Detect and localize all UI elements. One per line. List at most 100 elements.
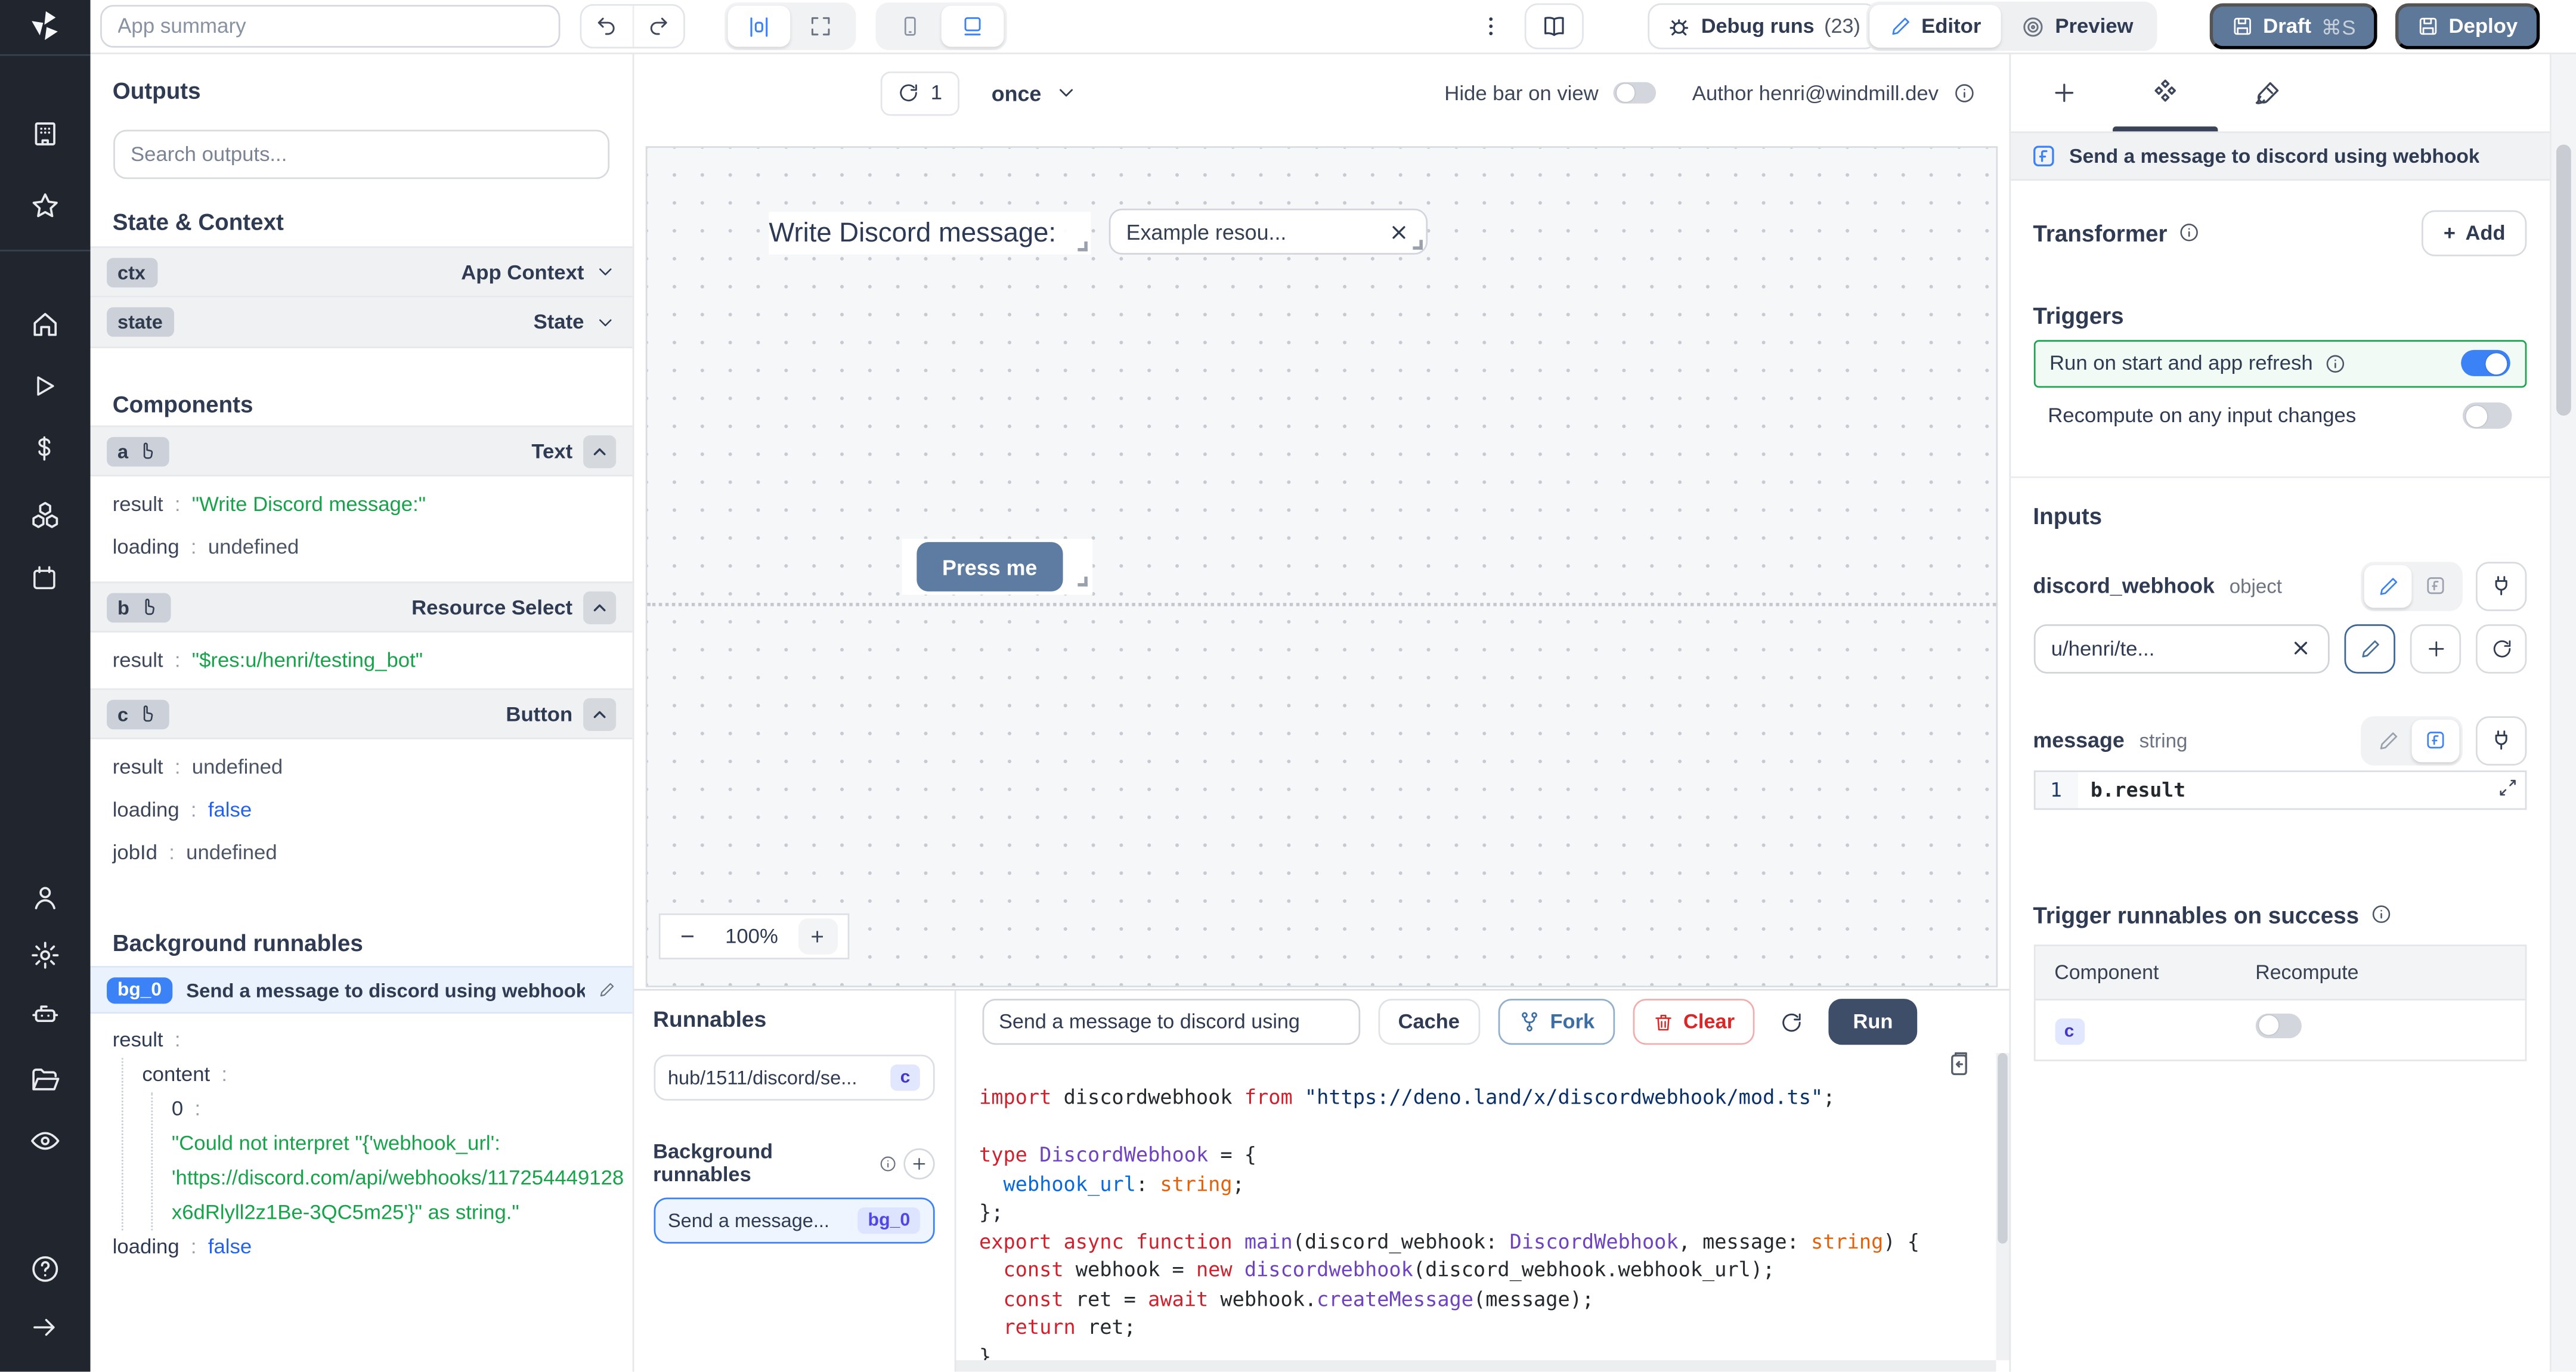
desktop-view-button[interactable]: [940, 5, 1003, 47]
refresh-code-button[interactable]: [1772, 999, 1810, 1045]
connect-plug-button[interactable]: [2475, 715, 2527, 765]
collapse-chevron-up[interactable]: [582, 590, 615, 624]
expand-editor-icon[interactable]: [2497, 776, 2519, 798]
connect-plug-button[interactable]: [2475, 560, 2527, 611]
add-bg-runnable-button[interactable]: [904, 1147, 935, 1179]
undo-button[interactable]: [581, 6, 631, 47]
clear-button[interactable]: Clear: [1632, 999, 1755, 1045]
canvas-resource-select[interactable]: Example resou...: [1108, 208, 1427, 255]
debug-runs-count: (23): [1824, 14, 1860, 38]
code-lines[interactable]: import discordwebhook from "https://deno…: [956, 1053, 1996, 1361]
edit-resource-pencil-button[interactable]: [2344, 623, 2395, 673]
fork-button[interactable]: Fork: [1497, 999, 1615, 1045]
scrollbar-thumb[interactable]: [2556, 144, 2571, 416]
more-menu-kebab-icon[interactable]: [1478, 14, 1502, 38]
variables-dollar-icon[interactable]: [23, 427, 66, 470]
add-resource-button[interactable]: [2410, 623, 2462, 673]
clear-x-icon[interactable]: [1388, 221, 1409, 243]
eval-f-mode[interactable]: [2411, 564, 2459, 607]
cache-button[interactable]: Cache: [1378, 999, 1480, 1045]
debug-runs-button[interactable]: Debug runs (23): [1646, 3, 1879, 49]
collapse-chevron-up[interactable]: [582, 697, 615, 730]
tab-preview[interactable]: Preview: [2001, 5, 2153, 48]
run-button[interactable]: Run: [1828, 999, 1918, 1045]
component-row-a[interactable]: a Text: [89, 425, 632, 476]
script-name-input[interactable]: [982, 999, 1361, 1045]
zoom-in-button[interactable]: +: [797, 918, 837, 955]
tab-editor[interactable]: Editor: [1868, 5, 2001, 48]
state-context-title: State & Context: [112, 208, 284, 235]
copy-code-icon[interactable]: [1945, 1050, 1973, 1078]
resize-handle[interactable]: [1412, 240, 1422, 250]
clear-x-icon[interactable]: [2290, 637, 2312, 659]
workers-robot-icon[interactable]: [23, 992, 66, 1035]
line-number: 1: [2035, 771, 2077, 808]
message-expression-editor[interactable]: 1 b.result: [2033, 769, 2527, 809]
static-pencil-mode[interactable]: [2364, 564, 2412, 608]
collapse-chevron-up[interactable]: [582, 434, 615, 467]
folders-icon[interactable]: [23, 1058, 66, 1101]
users-person-icon[interactable]: [23, 875, 66, 918]
recompute-row-toggle[interactable]: [2255, 1012, 2302, 1037]
settings-tab-components-icon[interactable]: [2148, 76, 2181, 109]
outputs-title: Outputs: [112, 77, 201, 104]
add-transformer-button[interactable]: + Add: [2422, 209, 2527, 256]
component-row-c[interactable]: c Button: [89, 688, 632, 739]
docs-book-button[interactable]: [1524, 3, 1583, 49]
theme-tab-paintbrush-icon[interactable]: [2252, 78, 2281, 108]
resize-handle[interactable]: [1076, 577, 1087, 587]
code-horizontal-scrollbar[interactable]: [956, 1360, 1996, 1372]
runnables-title: Runnables: [653, 1006, 767, 1032]
output-row-ctx[interactable]: ctx App Context: [89, 246, 632, 298]
apps-icon[interactable]: [23, 112, 66, 154]
component-row-b[interactable]: b Resource Select: [89, 581, 632, 633]
canvas-press-me-button[interactable]: Press me: [915, 542, 1064, 591]
edit-pencil-icon: [599, 983, 613, 997]
code-vertical-scrollbar[interactable]: [1995, 1053, 2009, 1361]
eval-f-mode[interactable]: [2411, 718, 2460, 761]
field-message: message string: [2033, 715, 2527, 765]
output-row-state[interactable]: state State: [89, 297, 632, 349]
collapse-arrow-icon[interactable]: [23, 1306, 66, 1349]
redo-button[interactable]: [631, 5, 682, 47]
insert-component-tab-plus-icon[interactable]: [2049, 79, 2077, 107]
help-icon[interactable]: [23, 1247, 66, 1290]
static-pencil-mode[interactable]: [2364, 718, 2412, 761]
schedules-calendar-icon[interactable]: [23, 557, 66, 600]
background-runnable-row-bg0[interactable]: bg_0 Send a message to discord using web…: [89, 965, 632, 1014]
component-settings-panel: Send a message to discord using webhook …: [2008, 54, 2550, 1372]
deploy-button[interactable]: Deploy: [2394, 3, 2540, 49]
app-summary-input[interactable]: [99, 5, 560, 48]
canvas-text-component[interactable]: Write Discord message:: [769, 212, 1091, 255]
run-mode-select[interactable]: once: [992, 80, 1078, 105]
zoom-out-button[interactable]: −: [670, 922, 706, 950]
draft-button[interactable]: Draft ⌘S: [2209, 3, 2377, 49]
windmill-logo[interactable]: [27, 8, 63, 45]
inputs-title: Inputs: [2033, 501, 2103, 528]
trigger-success-table: Component Recompute c: [2033, 943, 2527, 1061]
resource-value-input[interactable]: u/henri/te...: [2033, 623, 2330, 673]
run-on-start-toggle[interactable]: [2461, 349, 2510, 376]
runnable-item-selected[interactable]: Send a message... bg_0: [653, 1197, 935, 1244]
runs-play-icon[interactable]: [23, 365, 66, 408]
resources-cubes-icon[interactable]: [23, 493, 66, 536]
refresh-resource-button[interactable]: [2475, 623, 2527, 673]
info-icon: [2181, 224, 2199, 241]
audit-eye-icon[interactable]: [23, 1119, 66, 1162]
recompute-toggle[interactable]: [2462, 402, 2512, 429]
favorites-star-icon[interactable]: [23, 184, 66, 227]
debug-runs-label: Debug runs: [1701, 14, 1815, 38]
info-icon: [2372, 905, 2390, 923]
fullscreen-button[interactable]: [789, 6, 852, 47]
home-icon[interactable]: [23, 302, 66, 345]
search-outputs-input[interactable]: [112, 129, 609, 179]
resize-handle[interactable]: [1078, 241, 1088, 252]
center-align-button[interactable]: [727, 5, 789, 47]
canvas-grid[interactable]: Write Discord message: Example resou... …: [645, 146, 1997, 987]
hide-bar-toggle[interactable]: [1613, 82, 1657, 104]
mobile-view-button[interactable]: [878, 6, 941, 47]
refresh-count-button[interactable]: 1: [880, 70, 959, 115]
page-scrollbar[interactable]: [2549, 54, 2576, 1372]
settings-gear-icon[interactable]: [23, 933, 66, 976]
runnable-item[interactable]: hub/1511/discord/se... c: [653, 1054, 935, 1101]
